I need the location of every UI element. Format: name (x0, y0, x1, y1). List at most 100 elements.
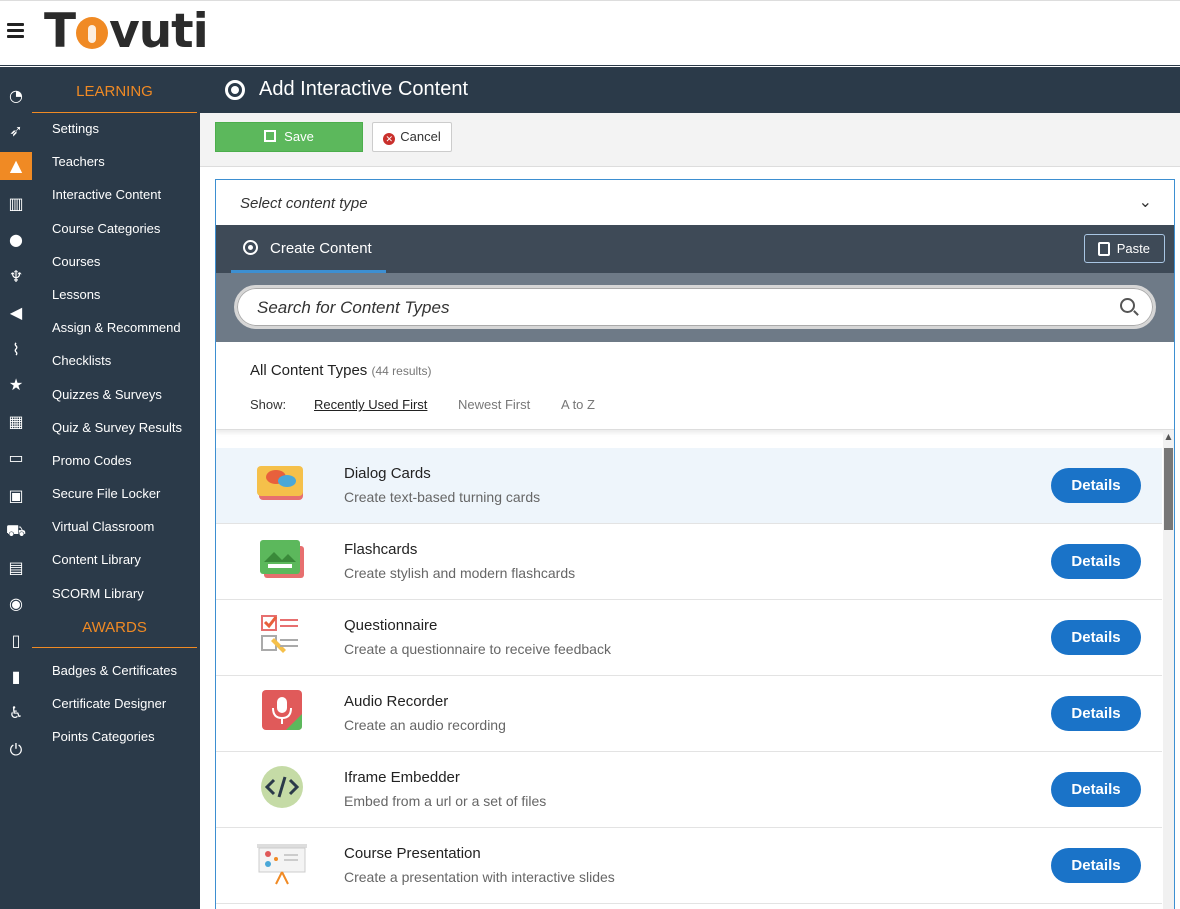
search-input[interactable] (257, 296, 1097, 320)
radio-dot-icon (243, 240, 258, 255)
sort-a-to-z[interactable]: A to Z (561, 397, 595, 412)
elephant-logo-icon (76, 17, 109, 49)
list-item[interactable]: Questionnaire Create a questionnaire to … (216, 600, 1162, 676)
select-label: Select content type (240, 195, 368, 212)
table-icon[interactable]: ▦ (0, 408, 32, 436)
item-name: Iframe Embedder (344, 769, 460, 786)
sidebar-item-quiz-survey-results[interactable]: Quiz & Survey Results (32, 413, 200, 446)
dashboard-icon[interactable]: ◔ (0, 82, 32, 110)
hamburger-menu-icon[interactable] (7, 23, 24, 40)
menu-heading-learning: LEARNING (32, 67, 197, 113)
chevron-down-icon[interactable]: ⌄ (1139, 192, 1152, 211)
accessibility-icon[interactable]: ♿ (0, 699, 32, 727)
sidebar-item-points-categories[interactable]: Points Categories (32, 722, 200, 755)
credit-card-icon[interactable]: ▭ (0, 444, 32, 472)
audio-recorder-icon (262, 690, 302, 730)
item-name: Questionnaire (344, 617, 438, 634)
page-header: Add Interactive Content (200, 67, 1180, 113)
star-icon[interactable]: ★ (0, 371, 32, 399)
search-box (234, 285, 1156, 329)
tovuti-logo[interactable]: Tvuti (44, 7, 209, 57)
flashcards-icon (260, 540, 304, 578)
sidebar-item-badges-certificates[interactable]: Badges & Certificates (32, 656, 200, 689)
item-name: Dialog Cards (344, 465, 431, 482)
details-button[interactable]: Details (1051, 468, 1141, 503)
clipboard-icon (1098, 242, 1110, 256)
graduation-cap-icon[interactable]: ▲ (0, 152, 32, 180)
paste-button[interactable]: Paste (1084, 234, 1165, 263)
sidebar-item-courses[interactable]: Courses (32, 247, 200, 280)
content-type-list: Dialog Cards Create text-based turning c… (216, 448, 1162, 909)
trophy-icon[interactable]: ♆ (0, 263, 32, 291)
action-toolbar: Save ✕ Cancel (200, 113, 1180, 167)
sidebar-item-lessons[interactable]: Lessons (32, 280, 200, 313)
sidebar-item-interactive-content[interactable]: Interactive Content (32, 180, 200, 213)
users-icon[interactable]: ● (0, 226, 32, 254)
top-bar: Tvuti (0, 0, 1180, 66)
item-name: Flashcards (344, 541, 418, 558)
sidebar-item-secure-file-locker[interactable]: Secure File Locker (32, 479, 200, 512)
list-scrollbar[interactable]: ▲ (1163, 430, 1174, 909)
list-item[interactable]: Audio Recorder Create an audio recording… (216, 676, 1162, 752)
details-button[interactable]: Details (1051, 848, 1141, 883)
details-button[interactable]: Details (1051, 544, 1141, 579)
tab-create-content[interactable]: Create Content (231, 225, 386, 273)
sidebar-item-assign-recommend[interactable]: Assign & Recommend (32, 313, 200, 346)
sidebar-item-scorm-library[interactable]: SCORM Library (32, 579, 200, 612)
cart-icon[interactable]: ⛟ (0, 517, 32, 545)
details-button[interactable]: Details (1051, 772, 1141, 807)
list-item[interactable]: Dialog Cards Create text-based turning c… (216, 448, 1162, 524)
file-icon[interactable]: ▯ (0, 627, 32, 655)
menu-heading-awards: AWARDS (32, 612, 197, 648)
sidebar-item-virtual-classroom[interactable]: Virtual Classroom (32, 512, 200, 545)
sidebar-item-promo-codes[interactable]: Promo Codes (32, 446, 200, 479)
sidebar-item-teachers[interactable]: Teachers (32, 147, 200, 180)
comments-icon[interactable]: ◉ (0, 590, 32, 618)
iframe-embedder-icon (261, 766, 303, 808)
details-button[interactable]: Details (1051, 696, 1141, 731)
icon-sidebar: ◔ ➶ ▲ ▥ ● ♆ ◀ ⌇ ★ ▦ ▭ ▣ ⛟ ▤ ◉ ▯ ▮ ♿ ⏻ (0, 67, 32, 909)
details-button[interactable]: Details (1051, 620, 1141, 655)
content-tab-bar: Create Content Paste (216, 225, 1174, 273)
content-type-panel: Select content type ⌄ Create Content Pas… (215, 179, 1175, 909)
item-desc: Create an audio recording (344, 717, 506, 733)
bar-chart-icon[interactable]: ▥ (0, 190, 32, 218)
sidebar-item-checklists[interactable]: Checklists (32, 346, 200, 379)
sidebar-menu: LEARNING Settings Teachers Interactive C… (32, 67, 200, 909)
cancel-button[interactable]: ✕ Cancel (372, 122, 452, 152)
item-name: Course Presentation (344, 845, 481, 862)
sort-recently-used[interactable]: Recently Used First (314, 397, 427, 412)
page-title: Add Interactive Content (259, 78, 469, 100)
feed-icon[interactable]: ⌇ (0, 336, 32, 364)
sidebar-item-course-categories[interactable]: Course Categories (32, 214, 200, 247)
show-label: Show: (250, 397, 287, 412)
address-book-icon[interactable]: ▮ (0, 663, 32, 691)
save-button[interactable]: Save (215, 122, 363, 152)
id-badge-icon[interactable]: ▣ (0, 482, 32, 510)
sidebar-item-certificate-designer[interactable]: Certificate Designer (32, 689, 200, 722)
calendar-icon[interactable]: ▤ (0, 554, 32, 582)
sort-newest-first[interactable]: Newest First (458, 397, 530, 412)
edit-icon (264, 130, 277, 142)
scrollbar-thumb[interactable] (1164, 448, 1173, 530)
questionnaire-icon (261, 615, 298, 653)
search-icon[interactable] (1120, 298, 1135, 313)
sidebar-item-content-library[interactable]: Content Library (32, 545, 200, 578)
sidebar-item-settings[interactable]: Settings (32, 114, 200, 147)
megaphone-icon[interactable]: ◀ (0, 299, 32, 327)
item-name: Audio Recorder (344, 693, 449, 710)
content-type-select[interactable]: Select content type ⌄ (216, 180, 1174, 225)
close-circle-icon: ✕ (383, 133, 396, 145)
power-icon[interactable]: ⏻ (0, 736, 32, 764)
scroll-up-icon[interactable]: ▲ (1163, 430, 1174, 444)
list-item[interactable]: Iframe Embedder Embed from a url or a se… (216, 752, 1162, 828)
item-desc: Create text-based turning cards (344, 489, 541, 505)
list-item[interactable]: Flashcards Create stylish and modern fla… (216, 524, 1162, 600)
sidebar-item-quizzes-surveys[interactable]: Quizzes & Surveys (32, 380, 200, 413)
list-heading: All Content Types (44 results) (250, 362, 432, 379)
item-desc: Create a questionnaire to receive feedba… (344, 641, 611, 657)
list-item[interactable]: Course Presentation Create a presentatio… (216, 828, 1162, 904)
rocket-icon[interactable]: ➶ (0, 117, 32, 145)
result-count: (44 results) (371, 364, 432, 378)
search-area (216, 273, 1174, 342)
